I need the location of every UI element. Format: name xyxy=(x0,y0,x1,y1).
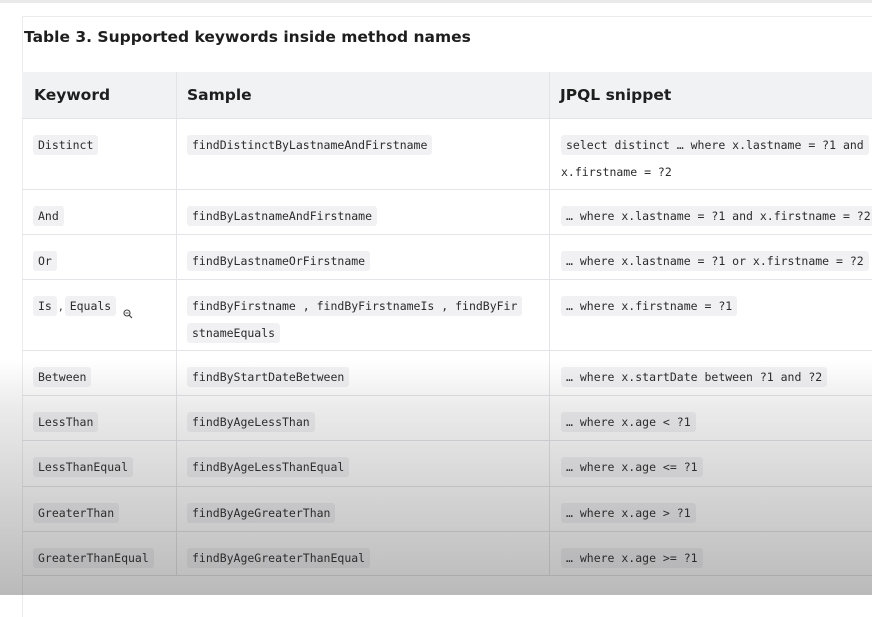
sample-cell: findByAgeLessThanEqual xyxy=(177,440,550,486)
keyword-cell: Distinct xyxy=(22,118,177,189)
header-sample: Sample xyxy=(187,86,252,104)
table-header-row: Keyword Sample JPQL snippet xyxy=(22,72,872,119)
table-row: Between findByStartDateBetween … where x… xyxy=(22,350,872,396)
table-row: GreaterThan findByAgeGreaterThan … where… xyxy=(22,486,872,532)
jpql-cell: … where x.lastname = ?1 and x.firstname … xyxy=(550,189,872,234)
keyword-code: Between xyxy=(33,367,92,387)
sample-code: findByStartDateBetween xyxy=(187,367,350,387)
keyword-code: Or xyxy=(33,251,57,271)
keyword-cell: Between xyxy=(22,350,177,395)
header-cell-sample: Sample xyxy=(177,72,550,118)
sample-cell: findByAgeLessThan xyxy=(177,395,550,440)
sample-cell: findByStartDateBetween xyxy=(177,350,550,395)
table-row: LessThan findByAgeLessThan … where x.age… xyxy=(22,395,872,441)
keyword-code: LessThan xyxy=(33,412,99,432)
keyword-cell: LessThan xyxy=(22,395,177,440)
header-cell-jpql: JPQL snippet xyxy=(550,72,872,118)
jpql-code: … where x.age > ?1 xyxy=(561,503,696,523)
jpql-cell: … where x.age > ?1 xyxy=(550,486,872,531)
table-caption: Table 3. Supported keywords inside metho… xyxy=(24,28,471,46)
table-row: Is, Equals findByFirstname , findByFirstn… xyxy=(22,279,872,351)
sample-code-continued: stnameEquals xyxy=(187,323,281,343)
sample-cell: findDistinctByLastnameAndFirstname xyxy=(177,118,550,189)
table-row: Distinct findDistinctByLastnameAndFirstn… xyxy=(22,118,872,190)
sample-cell: findByLastnameAndFirstname xyxy=(177,189,550,234)
jpql-cell: … where x.startDate between ?1 and ?2 xyxy=(550,350,872,395)
jpql-cell: select distinct … where x.lastname = ?1 … xyxy=(550,118,872,189)
jpql-code: select distinct … where x.lastname = ?1 … xyxy=(561,135,869,155)
keyword-code: Equals xyxy=(64,296,117,316)
jpql-cell: … where x.lastname = ?1 or x.firstname =… xyxy=(550,234,872,279)
jpql-code: … where x.firstname = ?1 xyxy=(561,296,738,316)
header-cell-keyword: Keyword xyxy=(22,72,177,118)
top-divider xyxy=(0,0,872,3)
jpql-cell: … where x.firstname = ?1 xyxy=(550,279,872,350)
header-jpql: JPQL snippet xyxy=(560,86,672,104)
jpql-cell: … where x.age < ?1 xyxy=(550,395,872,440)
table-row: And findByLastnameAndFirstname … where x… xyxy=(22,189,872,235)
sample-cell: findByFirstname , findByFirstnameIs , fi… xyxy=(177,279,550,350)
zoom-cursor-icon xyxy=(123,309,133,322)
header-keyword: Keyword xyxy=(34,86,111,104)
keyword-cell: GreaterThan xyxy=(22,486,177,531)
keyword-code: And xyxy=(33,206,64,226)
table-row: GreaterThanEqual findByAgeGreaterThanEqu… xyxy=(22,531,872,576)
keyword-code: LessThanEqual xyxy=(33,457,134,477)
keyword-cell: And xyxy=(22,189,177,234)
keyword-code: Is xyxy=(33,296,57,316)
keyword-cell: Or xyxy=(22,234,177,279)
keyword-cell: LessThanEqual xyxy=(22,440,177,486)
jpql-code-continued: x.firstname = ?2 xyxy=(561,165,672,179)
sample-code: findByAgeGreaterThan xyxy=(187,503,336,523)
jpql-code: … where x.startDate between ?1 and ?2 xyxy=(561,367,828,387)
sample-code: findByFirstname , findByFirstnameIs , fi… xyxy=(187,296,523,316)
jpql-code: … where x.age <= ?1 xyxy=(561,457,703,477)
table-row: LessThanEqual findByAgeLessThanEqual … w… xyxy=(22,440,872,487)
keyword-code: Distinct xyxy=(33,135,99,155)
jpql-code: … where x.age >= ?1 xyxy=(561,548,703,568)
table-row: Or findByLastnameOrFirstname … where x.l… xyxy=(22,234,872,280)
keyword-cell: Is, Equals xyxy=(22,279,177,350)
sample-code: findByAgeGreaterThanEqual xyxy=(187,548,371,568)
sample-cell: findByLastnameOrFirstname xyxy=(177,234,550,279)
keyword-cell: GreaterThanEqual xyxy=(22,531,177,575)
keyword-separator: , xyxy=(58,299,63,313)
sample-code: findDistinctByLastnameAndFirstname xyxy=(187,135,433,155)
sample-code: findByAgeLessThan xyxy=(187,412,315,432)
jpql-code: … where x.age < ?1 xyxy=(561,412,696,432)
sample-cell: findByAgeGreaterThanEqual xyxy=(177,531,550,575)
jpql-code: … where x.lastname = ?1 and x.firstname … xyxy=(561,206,872,226)
jpql-cell: … where x.age <= ?1 xyxy=(550,440,872,486)
jpql-code: … where x.lastname = ?1 or x.firstname =… xyxy=(561,251,869,271)
keyword-code: GreaterThan xyxy=(33,503,120,523)
sample-code: findByAgeLessThanEqual xyxy=(187,457,350,477)
keyword-code: GreaterThanEqual xyxy=(33,548,154,568)
jpql-cell: … where x.age >= ?1 xyxy=(550,531,872,575)
sample-cell: findByAgeGreaterThan xyxy=(177,486,550,531)
sample-code: findByLastnameAndFirstname xyxy=(187,206,378,226)
sample-code: findByLastnameOrFirstname xyxy=(187,251,371,271)
